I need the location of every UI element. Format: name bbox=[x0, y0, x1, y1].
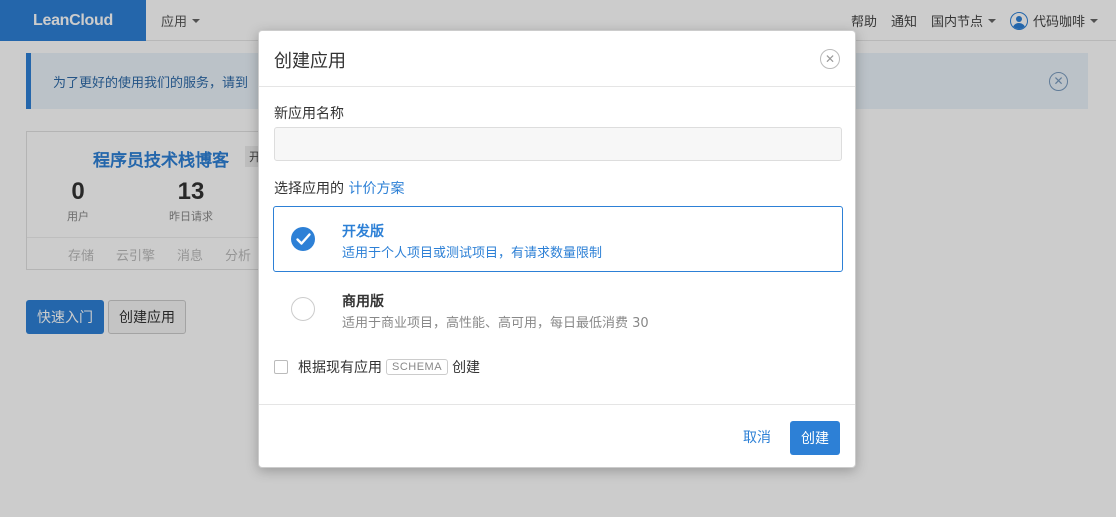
cancel-button[interactable]: 取消 bbox=[743, 427, 771, 447]
dialog-title: 创建应用 bbox=[274, 51, 346, 72]
plan-option-dev[interactable]: 开发版 适用于个人项目或测试项目，有请求数量限制 bbox=[273, 206, 843, 272]
plan-name: 开发版 bbox=[342, 224, 384, 240]
app-name-label: 新应用名称 bbox=[274, 106, 344, 122]
schema-tag: SCHEMA bbox=[386, 359, 449, 375]
radio-empty-icon bbox=[291, 297, 315, 321]
plan-label: 选择应用的 计价方案 bbox=[274, 178, 404, 198]
app-name-input[interactable] bbox=[274, 127, 842, 161]
create-app-dialog: 创建应用 ✕ 新应用名称 选择应用的 计价方案 开发版 适用于个人项目或测试项目… bbox=[258, 30, 856, 468]
schema-suffix: 创建 bbox=[452, 360, 481, 376]
check-circle-icon bbox=[291, 227, 315, 251]
dialog-footer: 取消 创建 bbox=[259, 404, 855, 468]
plan-desc: 适用于个人项目或测试项目，有请求数量限制 bbox=[342, 246, 603, 261]
schema-prefix: 根据现有应用 bbox=[298, 360, 382, 376]
plan-name: 商用版 bbox=[342, 294, 384, 310]
plan-label-text: 选择应用的 bbox=[274, 181, 344, 197]
pricing-link[interactable]: 计价方案 bbox=[348, 181, 404, 197]
plan-desc: 适用于商业项目，高性能、高可用，每日最低消费 30 bbox=[342, 316, 649, 331]
create-button[interactable]: 创建 bbox=[790, 421, 840, 455]
dialog-header: 创建应用 ✕ bbox=[259, 31, 855, 87]
schema-checkbox[interactable] bbox=[274, 360, 288, 374]
close-icon[interactable]: ✕ bbox=[820, 49, 840, 69]
schema-option[interactable]: 根据现有应用 SCHEMA 创建 bbox=[274, 357, 480, 377]
plan-option-business[interactable]: 商用版 适用于商业项目，高性能、高可用，每日最低消费 30 bbox=[273, 276, 843, 342]
